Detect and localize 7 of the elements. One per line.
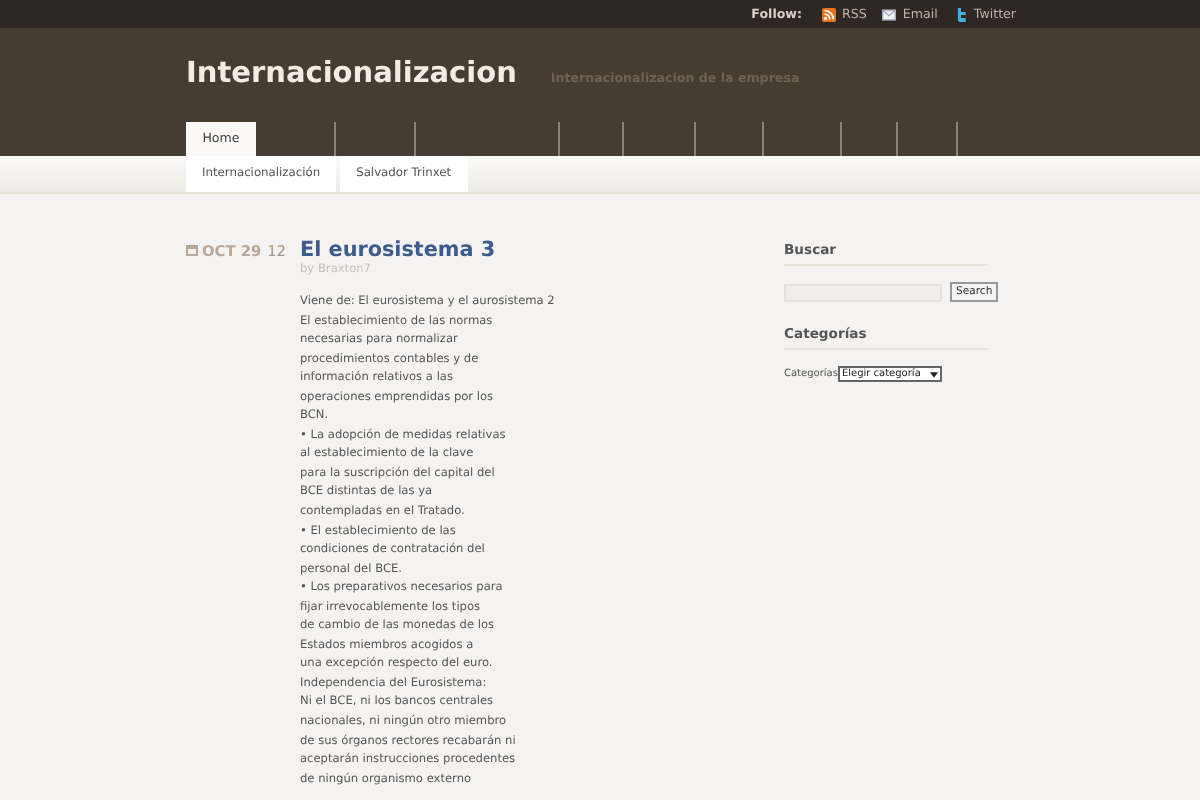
site-title[interactable]: Internacionalizacion	[186, 58, 517, 90]
rss-icon	[822, 7, 837, 21]
envelope-icon	[882, 7, 897, 21]
dropdown-arrow-icon	[929, 371, 938, 377]
calendar-icon	[186, 244, 198, 256]
post-title[interactable]: El eurosistema 3	[300, 238, 496, 262]
t-icon	[953, 7, 968, 21]
